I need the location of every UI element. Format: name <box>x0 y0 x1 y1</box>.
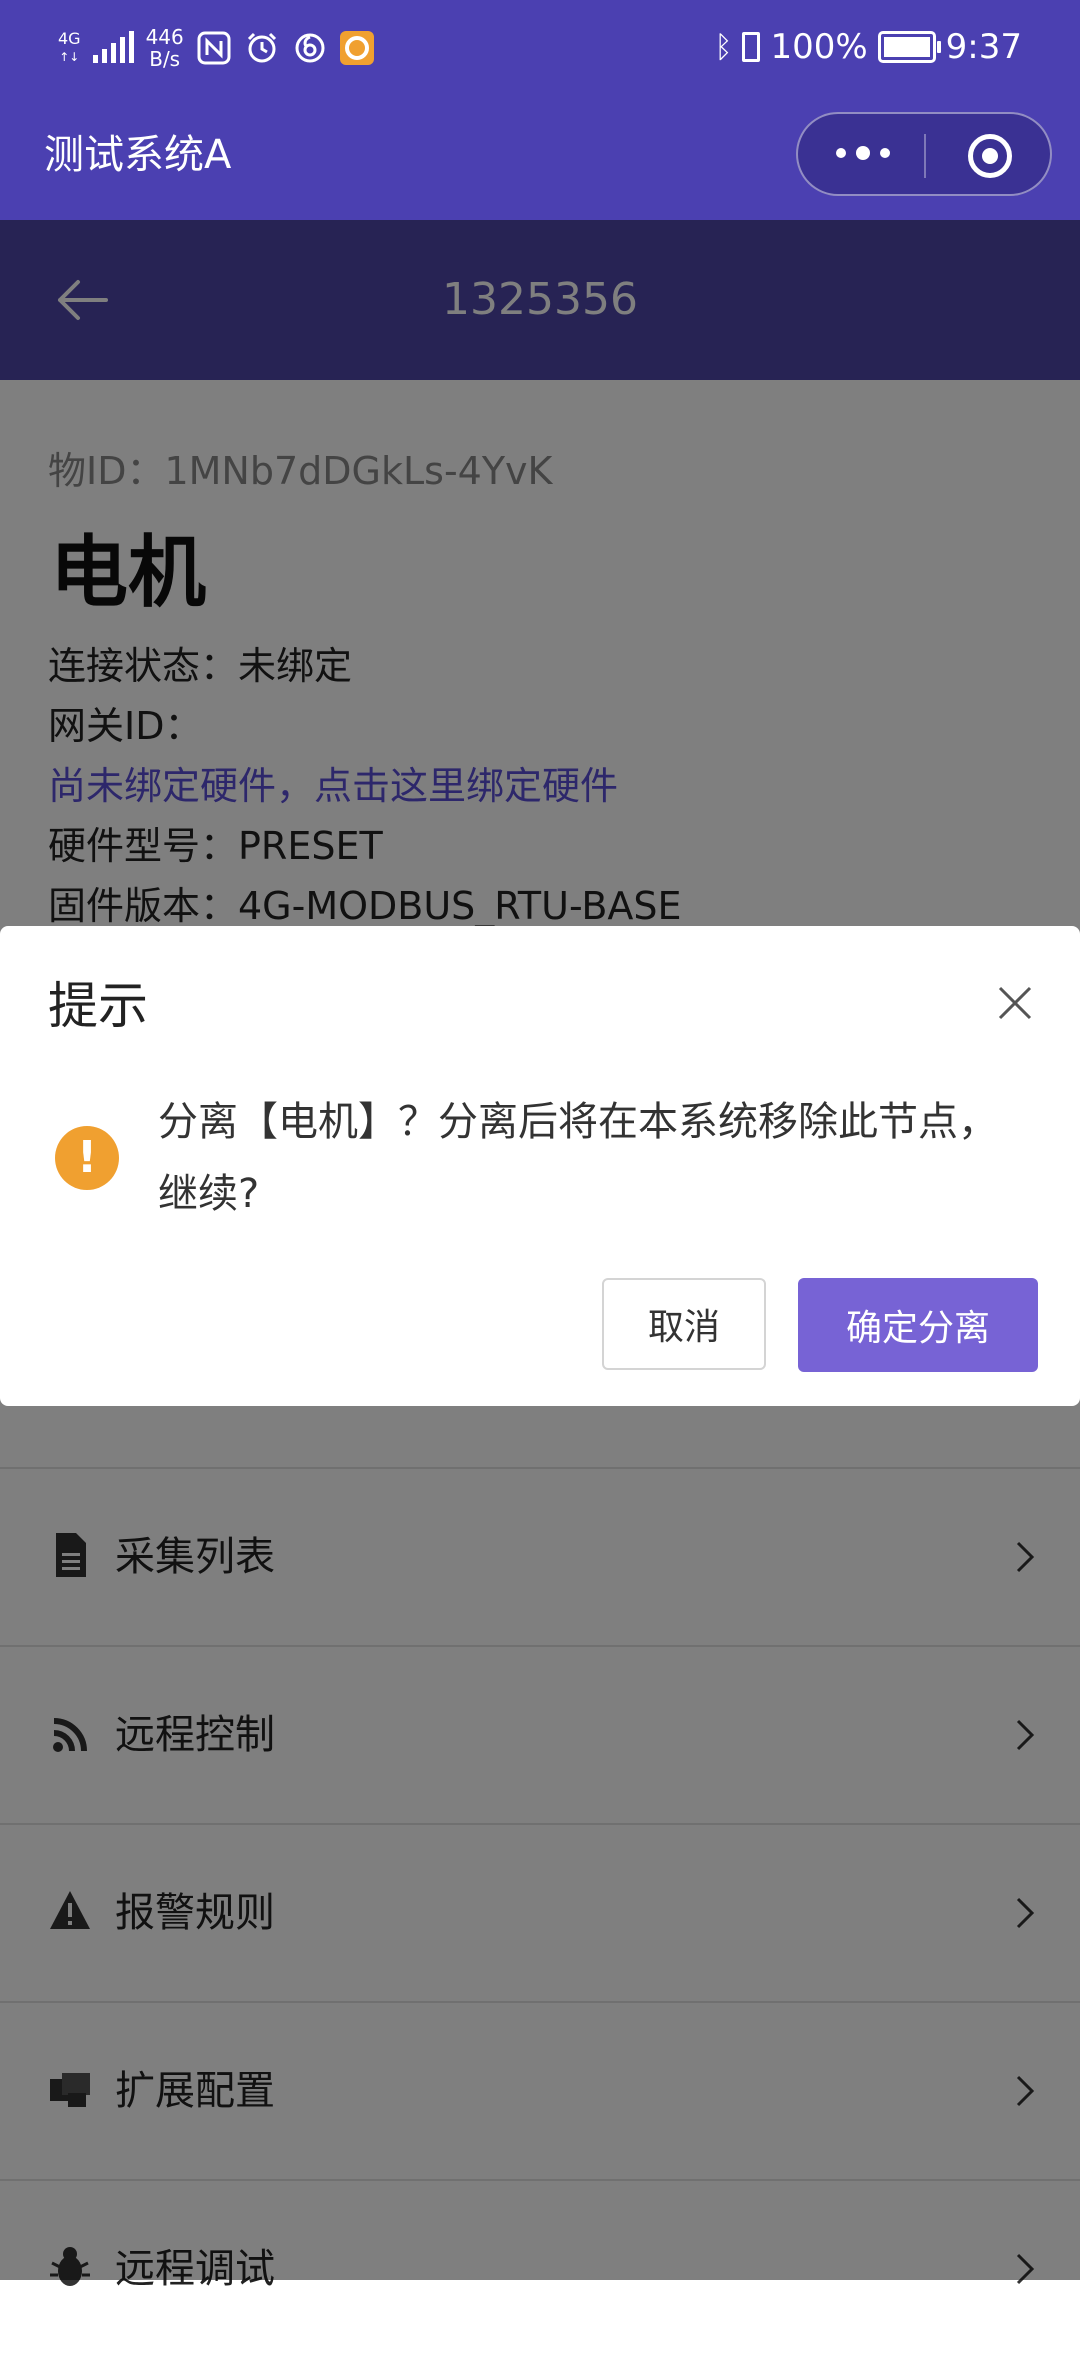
music-app-icon <box>292 30 328 66</box>
dialog-title: 提示 <box>48 977 148 1035</box>
signal-icon <box>92 31 134 63</box>
clock: 9:37 <box>945 27 1022 67</box>
battery-icon <box>877 31 941 63</box>
mini-program-capsule <box>796 112 1052 196</box>
dialog-message: 分离【电机】？分离后将在本系统移除此节点，继续? <box>158 1099 998 1217</box>
status-right: ᛒ 100% 9:37 <box>714 22 1022 72</box>
confirm-detach-button[interactable]: 确定分离 <box>798 1278 1038 1372</box>
cancel-button[interactable]: 取消 <box>602 1278 766 1370</box>
app-notification-icon <box>339 31 374 65</box>
status-bar: 4G ↑↓ 446 B/s ᛒ 100% 9:37 <box>0 0 1080 90</box>
nfc-icon <box>196 30 232 66</box>
network-speed: 446 B/s <box>145 25 184 71</box>
vibrate-icon <box>742 32 761 62</box>
app-title: 测试系统A <box>44 132 232 178</box>
exclamation-icon: ! <box>55 1126 119 1190</box>
bluetooth-icon: ᛒ <box>714 29 733 65</box>
more-icon[interactable] <box>836 146 890 160</box>
confirm-dialog: 提示 ! 分离【电机】？分离后将在本系统移除此节点，继续? 取消 确定分离 <box>0 926 1080 1406</box>
network-type: 4G ↑↓ <box>58 29 81 65</box>
status-left: 4G ↑↓ 446 B/s <box>58 18 374 78</box>
app-nav-bar: 测试系统A <box>0 90 1080 220</box>
close-icon[interactable] <box>994 982 1036 1024</box>
alarm-icon <box>244 30 280 66</box>
close-mini-program-icon[interactable] <box>968 134 1012 178</box>
battery-percent: 100% <box>770 27 868 67</box>
